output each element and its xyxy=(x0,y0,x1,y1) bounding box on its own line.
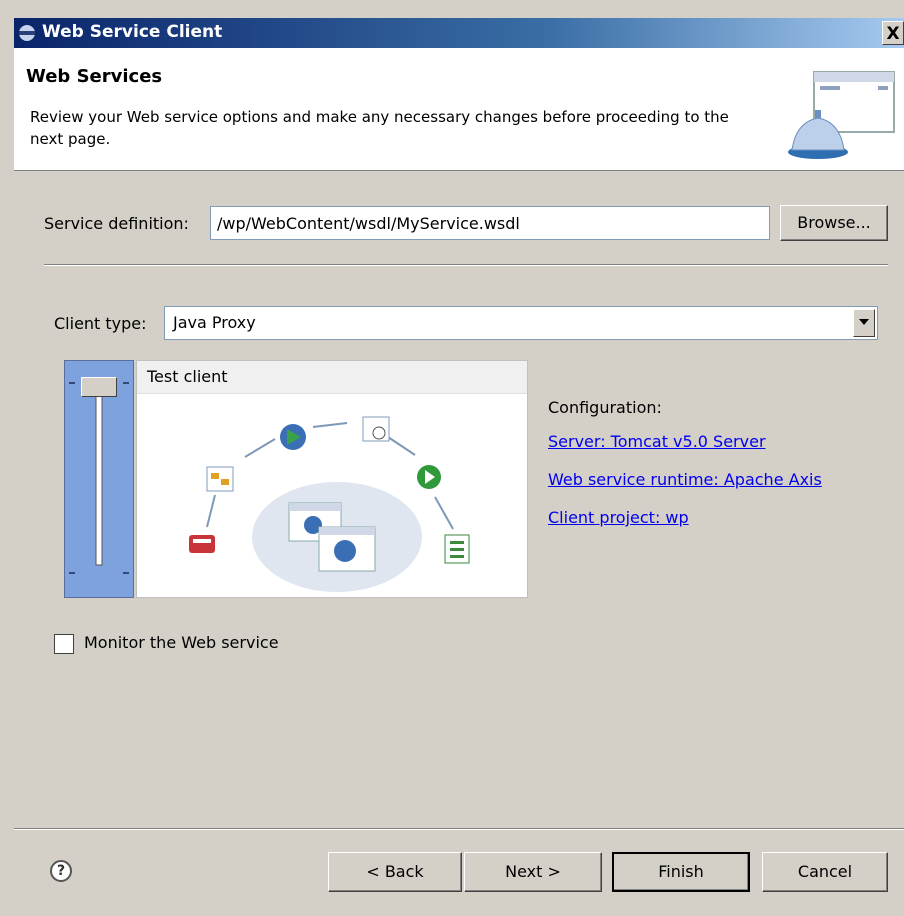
window-title: Web Service Client xyxy=(42,22,223,42)
eclipse-icon xyxy=(19,25,35,41)
footer-separator xyxy=(14,828,904,830)
title-bar[interactable]: Web Service Client X xyxy=(14,18,904,48)
client-level-title: Test client xyxy=(147,367,228,386)
client-level-slider[interactable] xyxy=(64,360,134,598)
runtime-link[interactable]: Web service runtime: Apache Axis xyxy=(548,470,822,489)
finish-button[interactable]: Finish xyxy=(612,852,750,892)
test-client-diagram-icon xyxy=(189,416,470,592)
client-level-panel: Test client xyxy=(136,360,528,598)
client-type-label: Client type: xyxy=(54,314,147,333)
monitor-label: Monitor the Web service xyxy=(84,633,279,652)
browse-button[interactable]: Browse... xyxy=(780,205,888,241)
web-service-wizard-icon xyxy=(788,71,895,159)
dialog-window: Web Service Client X Web Services Review… xyxy=(0,0,904,916)
cancel-button[interactable]: Cancel xyxy=(762,852,888,892)
slider-thumb[interactable] xyxy=(81,377,117,397)
configuration-label: Configuration: xyxy=(548,398,662,417)
separator xyxy=(44,264,888,266)
close-button[interactable]: X xyxy=(882,21,904,45)
page-title: Web Services xyxy=(26,66,163,87)
back-button[interactable]: < Back xyxy=(328,852,462,892)
help-icon[interactable]: ? xyxy=(50,860,72,882)
client-type-dropdown[interactable]: Java Proxy xyxy=(164,306,878,340)
monitor-checkbox[interactable] xyxy=(54,634,74,654)
page-description: Review your Web service options and make… xyxy=(30,108,729,148)
client-type-value: Java Proxy xyxy=(173,313,256,332)
header-banner: Web Services Review your Web service opt… xyxy=(14,48,904,171)
chevron-down-icon xyxy=(859,319,869,325)
dropdown-arrow-button[interactable] xyxy=(853,309,875,337)
service-definition-label: Service definition: xyxy=(44,214,189,233)
next-button[interactable]: Next > xyxy=(464,852,602,892)
server-link[interactable]: Server: Tomcat v5.0 Server xyxy=(548,432,766,451)
panel-header: Test client xyxy=(137,361,527,394)
client-project-link[interactable]: Client project: wp xyxy=(548,508,689,527)
service-definition-field[interactable] xyxy=(210,206,770,240)
